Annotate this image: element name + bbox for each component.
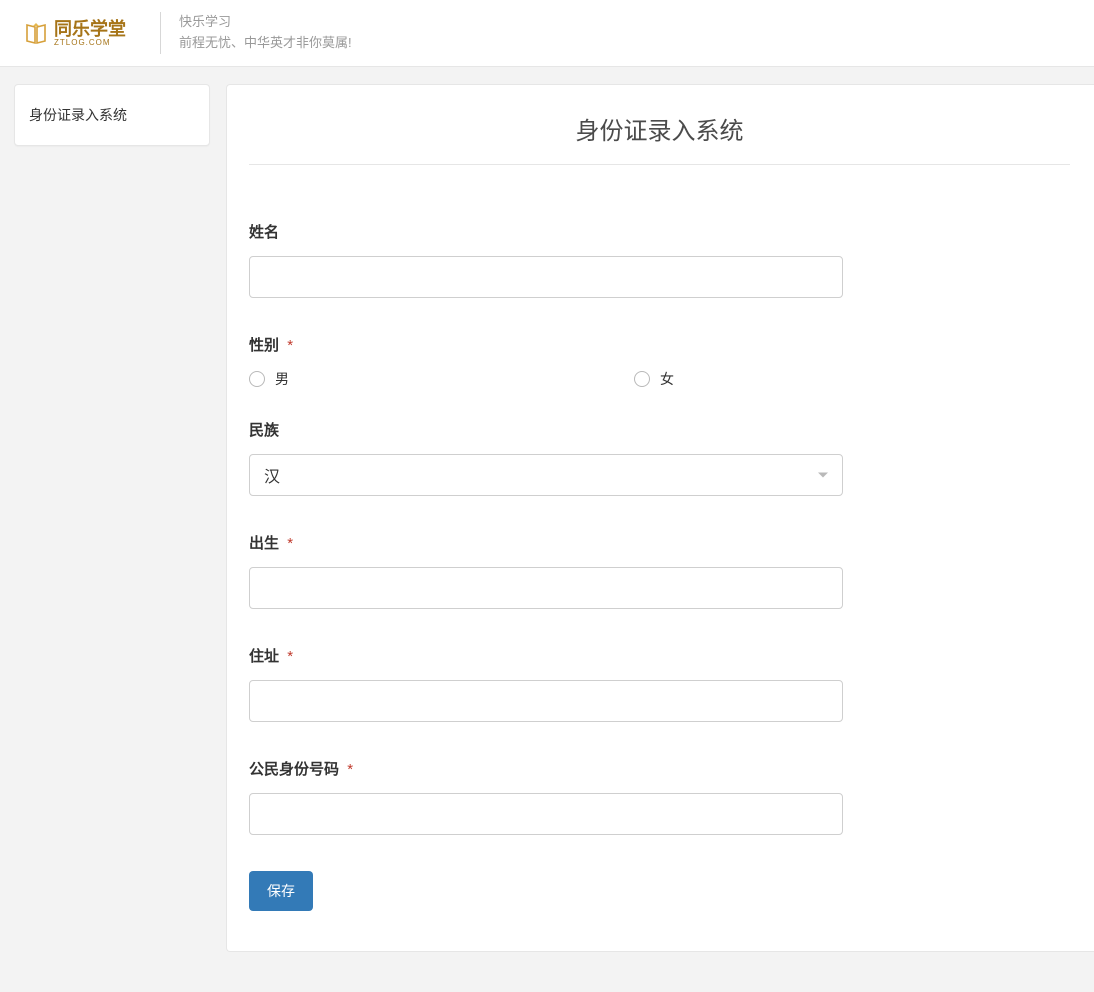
field-name: 姓名 xyxy=(249,221,843,298)
label-address-text: 住址 xyxy=(249,648,279,665)
name-input[interactable] xyxy=(249,256,843,298)
save-button[interactable]: 保存 xyxy=(249,871,313,911)
radio-icon xyxy=(249,371,265,387)
slogan: 快乐学习 前程无忧、中华英才非你莫属! xyxy=(160,12,352,54)
book-icon xyxy=(24,21,48,45)
label-id-number-text: 公民身份号码 xyxy=(249,761,339,778)
field-address: 住址 * xyxy=(249,645,843,722)
gender-radio-group: 男 女 xyxy=(249,369,843,389)
header: 同乐学堂 ZTLOG.COM 快乐学习 前程无忧、中华英才非你莫属! xyxy=(0,0,1094,67)
field-ethnicity: 民族 汉 xyxy=(249,419,843,496)
label-gender: 性别 * xyxy=(249,334,843,355)
radio-icon xyxy=(634,371,650,387)
required-mark: * xyxy=(287,535,293,552)
logo-text: 同乐学堂 ZTLOG.COM xyxy=(54,20,126,47)
main-panel: 身份证录入系统 姓名 性别 * 男 女 xyxy=(226,84,1094,952)
address-input[interactable] xyxy=(249,680,843,722)
label-birth-text: 出生 xyxy=(249,535,279,552)
sidebar: 身份证录入系统 xyxy=(14,84,210,146)
label-address: 住址 * xyxy=(249,645,843,666)
required-mark: * xyxy=(287,648,293,665)
label-ethnicity: 民族 xyxy=(249,419,843,440)
label-id-number: 公民身份号码 * xyxy=(249,758,843,779)
brand-en: ZTLOG.COM xyxy=(54,39,126,47)
field-id-number: 公民身份号码 * xyxy=(249,758,843,835)
radio-option-male[interactable]: 男 xyxy=(249,369,458,389)
required-mark: * xyxy=(347,761,353,778)
radio-label-female: 女 xyxy=(660,369,674,389)
radio-option-female[interactable]: 女 xyxy=(458,369,843,389)
id-number-input[interactable] xyxy=(249,793,843,835)
logo[interactable]: 同乐学堂 ZTLOG.COM xyxy=(24,20,126,47)
ethnicity-select[interactable]: 汉 xyxy=(249,454,843,496)
label-birth: 出生 * xyxy=(249,532,843,553)
sidebar-item-idcard-system[interactable]: 身份证录入系统 xyxy=(29,105,209,125)
ethnicity-selected-value: 汉 xyxy=(264,463,280,487)
field-gender: 性别 * 男 女 xyxy=(249,334,843,389)
label-name: 姓名 xyxy=(249,221,843,242)
label-gender-text: 性别 xyxy=(249,337,279,354)
radio-label-male: 男 xyxy=(275,369,289,389)
chevron-down-icon xyxy=(818,473,828,478)
brand-cn: 同乐学堂 xyxy=(54,20,126,38)
slogan-line-1: 快乐学习 xyxy=(179,12,352,33)
field-birth: 出生 * xyxy=(249,532,843,609)
required-mark: * xyxy=(287,337,293,354)
slogan-line-2: 前程无忧、中华英才非你莫属! xyxy=(179,33,352,54)
birth-input[interactable] xyxy=(249,567,843,609)
body: 身份证录入系统 身份证录入系统 姓名 性别 * 男 女 xyxy=(0,67,1094,992)
page-title: 身份证录入系统 xyxy=(249,111,1070,165)
